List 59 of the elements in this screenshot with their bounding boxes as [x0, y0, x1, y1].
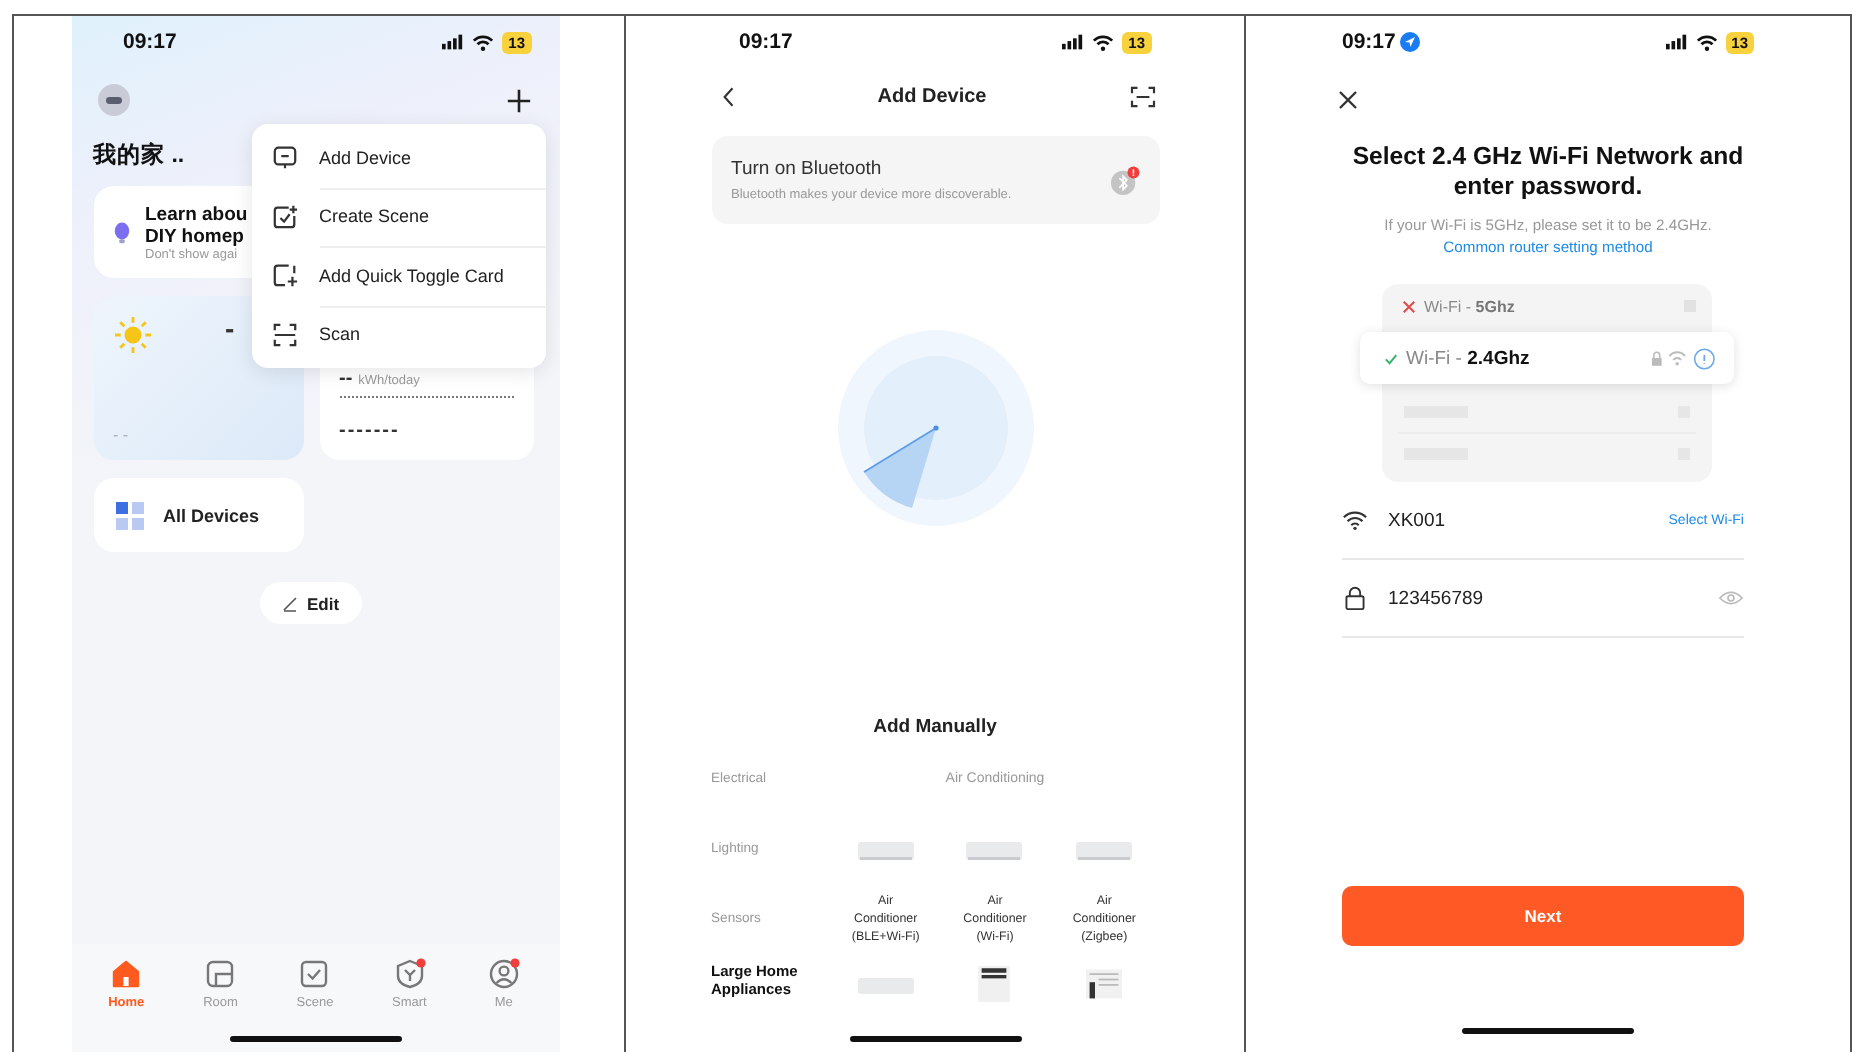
- air-conditioner-icon: [1076, 842, 1133, 862]
- status-time: 09:17: [123, 30, 177, 54]
- wifi-icon: [1342, 508, 1368, 532]
- wifi-icon: [1092, 33, 1115, 51]
- menu-item[interactable]: Create Scene: [251, 187, 545, 246]
- screen-title: Add Device: [877, 85, 987, 107]
- network-item: Wi-Fi - 2.4Ghz: [1360, 332, 1734, 384]
- location-icon: [1399, 32, 1420, 52]
- card-add-icon: [271, 262, 297, 289]
- weather-detail: - -: [113, 426, 131, 444]
- temperature-value: -: [225, 312, 235, 344]
- wifi-icon: [1695, 33, 1718, 51]
- avatar-icon[interactable]: [97, 84, 129, 116]
- bulb-icon: [113, 221, 129, 243]
- scan-icon[interactable]: [1129, 85, 1155, 107]
- all-devices-card[interactable]: All Devices: [93, 478, 303, 552]
- energy-value: --: [339, 368, 353, 390]
- check-icon: [1384, 351, 1398, 365]
- cross-icon: [1402, 299, 1416, 313]
- scan-icon: [271, 321, 297, 348]
- scene-icon: [271, 203, 297, 230]
- network-status-icons: [1650, 347, 1716, 369]
- close-icon[interactable]: [1338, 90, 1358, 110]
- section-title: Add Manually: [871, 716, 999, 738]
- status-time: 09:17: [1342, 30, 1396, 54]
- room-icon: [204, 958, 237, 990]
- wifi-icon: [472, 33, 495, 51]
- energy-detail: -------: [339, 420, 402, 442]
- shield-icon: [393, 958, 426, 990]
- grid-icon: [115, 501, 143, 529]
- sun-icon: [113, 316, 151, 354]
- all-devices-label: All Devices: [163, 505, 260, 525]
- lock-icon: [1342, 586, 1368, 610]
- checkbox-icon: [298, 958, 331, 990]
- air-conditioner-icon: [1086, 966, 1123, 1002]
- tip-title: DIY homep: [145, 225, 246, 247]
- weather-card[interactable]: - - -: [93, 296, 303, 460]
- user-icon: [487, 958, 520, 990]
- status-time: 09:17: [739, 30, 793, 54]
- house-icon: [110, 958, 143, 990]
- network-item: Wi-Fi - 5Ghz: [1398, 292, 1696, 320]
- signal-icon: [1062, 34, 1085, 50]
- screen-title: Select 2.4 GHz Wi-Fi Network and enter password.: [1350, 142, 1746, 202]
- menu-item[interactable]: Add Device: [251, 128, 545, 187]
- signal-icon: [1665, 34, 1688, 50]
- edit-button[interactable]: Edit: [259, 582, 362, 624]
- tip-title: Learn abou: [145, 203, 248, 225]
- bluetooth-title: Turn on Bluetooth: [731, 158, 884, 180]
- add-icon[interactable]: [505, 87, 531, 113]
- password-field[interactable]: 123456789: [1388, 587, 1698, 609]
- air-conditioner-icon: [857, 842, 914, 862]
- bluetooth-icon: [1109, 165, 1139, 195]
- air-conditioner-icon: [976, 966, 1013, 1002]
- air-conditioner-icon: [966, 842, 1023, 862]
- signal-icon: [442, 34, 465, 50]
- network-name-field[interactable]: XK001: [1388, 509, 1649, 531]
- device-icon: [271, 144, 297, 171]
- back-icon[interactable]: [721, 85, 735, 107]
- pencil-icon: [281, 595, 297, 611]
